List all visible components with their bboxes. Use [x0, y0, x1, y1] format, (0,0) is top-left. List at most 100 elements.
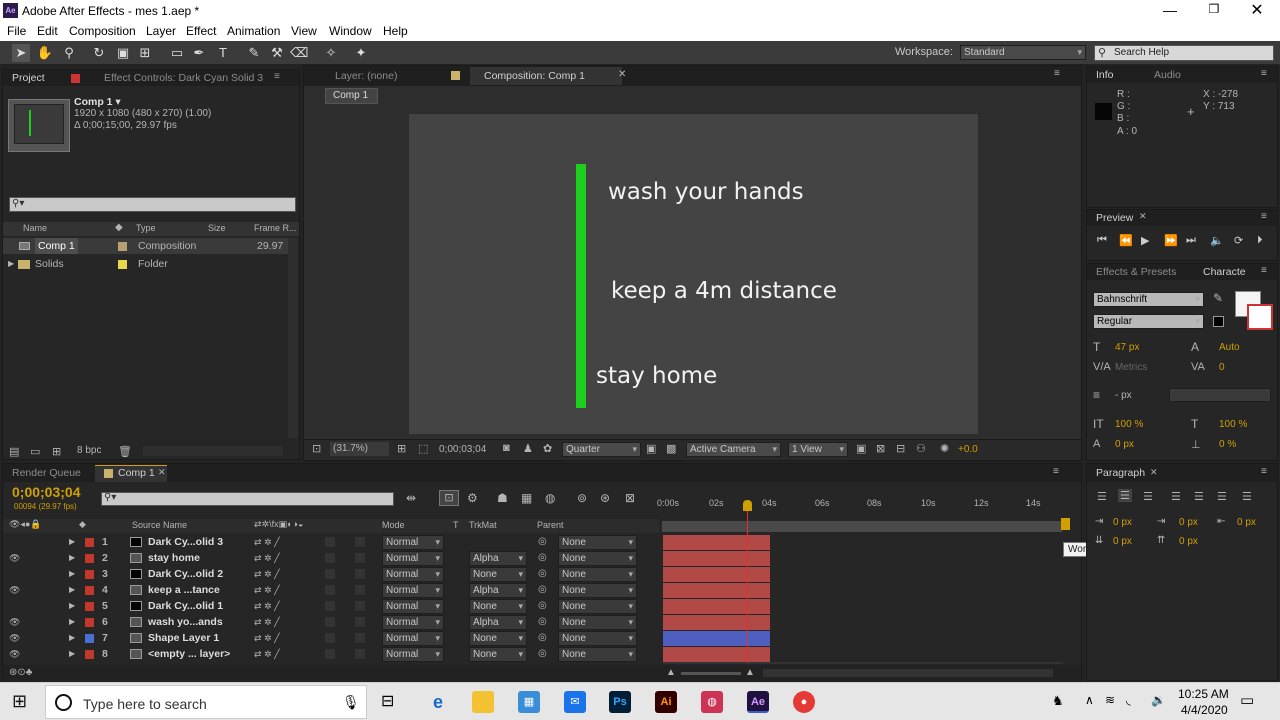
col-mode[interactable]: Mode [382, 520, 405, 530]
grid-icon[interactable]: ⊞ [397, 442, 406, 455]
layer-row[interactable]: 👁 ▶ 4 keep a ...tance ⇄ ✲ ╱ Normal Alpha ◎ None [3, 582, 1063, 598]
timeline-icon[interactable]: ⊟ [896, 442, 905, 455]
visibility-eye-icon[interactable]: 👁 [9, 646, 20, 662]
tray-chevron-icon[interactable]: ∧ [1085, 693, 1094, 707]
space-after-value[interactable]: 0 px [1179, 536, 1198, 547]
layer-switch-boxes[interactable] [325, 585, 365, 595]
layer-trkmat-select[interactable]: None [469, 631, 527, 646]
expand-arrow-icon[interactable]: ▶ [69, 646, 75, 662]
expand-arrow-icon[interactable]: ▶ [69, 630, 75, 646]
work-area-bar[interactable] [662, 521, 1062, 532]
layer-switches-icon[interactable]: ⇄ ✲ ╱ [254, 630, 280, 646]
time-ruler[interactable]: 0:00s 02s 04s 06s 08s 10s 12s 14s [657, 488, 1063, 532]
toggle-pixel-aspect-icon[interactable]: ▣ [856, 442, 866, 455]
wifi-icon[interactable]: ◟ [1126, 693, 1131, 707]
rectangle-tool-icon[interactable]: ▭ [168, 44, 186, 62]
snapshot-icon[interactable]: ◙ [503, 442, 510, 454]
align-right-icon[interactable]: ☰ [1143, 490, 1153, 503]
layer-switches-icon[interactable]: ⇄ ✲ ╱ [254, 614, 280, 630]
menu-view[interactable]: View [291, 24, 317, 38]
interpret-footage-icon[interactable]: ▤ [9, 445, 19, 458]
comp-name[interactable]: Comp 1 ▾ [74, 96, 121, 108]
viewer-timecode[interactable]: 0;00;03;04 [439, 444, 486, 455]
new-comp-icon[interactable]: ⊞ [52, 445, 61, 458]
toggle-switches-icon[interactable]: ⊛⊙♣ [9, 667, 32, 678]
layer-parent-select[interactable]: None [558, 551, 637, 566]
zoom-slider[interactable] [681, 672, 741, 675]
layer-name[interactable]: <empty ... layer> [148, 646, 248, 662]
pickwhip-icon[interactable]: ◎ [538, 598, 547, 614]
trash-icon[interactable]: 🗑 [118, 445, 132, 458]
frame-blending-icon[interactable]: ▦ [521, 491, 532, 505]
zoom-tool-icon[interactable]: ⚲ [60, 44, 78, 62]
panel-menu-icon[interactable]: ≡ [1261, 68, 1267, 79]
people-icon[interactable]: ♞ [1052, 693, 1064, 709]
zoom-out-icon[interactable]: ▲ [666, 667, 676, 678]
after-effects-icon[interactable]: Ae [747, 691, 769, 713]
col-frame-rate[interactable]: Frame R... [254, 223, 297, 233]
comp-canvas[interactable]: wash your hands keep a 4m distance stay … [409, 114, 978, 434]
label-tag-icon[interactable]: ◆ [115, 222, 123, 233]
pickwhip-icon[interactable]: ◎ [538, 534, 547, 550]
layer-row[interactable]: ▶ 1 Dark Cy...olid 3 ⇄ ✲ ╱ Normal ◎ None [3, 534, 1063, 550]
kerning-value[interactable]: Metrics [1115, 362, 1147, 373]
panel-menu-icon[interactable]: ≡ [1261, 265, 1267, 276]
region-of-interest-icon[interactable]: ▣ [646, 442, 656, 455]
tab-comp[interactable]: Comp 1 [118, 465, 155, 481]
prev-frame-icon[interactable]: ⏪ [1119, 234, 1133, 247]
layer-mode-select[interactable]: Normal [382, 535, 444, 550]
canvas-text-wash[interactable]: wash your hands [608, 179, 804, 205]
layer-switch-boxes[interactable] [325, 537, 365, 547]
network-icon[interactable]: ≋ [1105, 693, 1115, 707]
visibility-eye-icon[interactable]: 👁 [9, 630, 20, 646]
camera-select[interactable]: Active Camera [686, 442, 781, 457]
layer-duration-bar[interactable] [663, 647, 770, 662]
timeline-hscrollbar[interactable] [763, 669, 1053, 677]
layer-row[interactable]: 👁 ▶ 8 <empty ... layer> ⇄ ✲ ╱ Normal None ◎ None [3, 646, 1063, 662]
tab-character[interactable]: Characte [1203, 264, 1246, 280]
new-folder-icon[interactable]: ▭ [30, 445, 40, 458]
panel-menu-icon[interactable]: ≡ [1053, 466, 1059, 477]
stroke-color-swatch[interactable] [1247, 304, 1273, 330]
roto-brush-tool-icon[interactable]: ✧ [322, 44, 340, 62]
brainstorm-icon[interactable]: ⊛ [600, 491, 610, 505]
layer-duration-bar[interactable] [663, 631, 770, 646]
justify-center-icon[interactable]: ☰ [1194, 490, 1204, 503]
panel-menu-icon[interactable]: ≡ [274, 71, 280, 82]
layer-switches-icon[interactable]: ⇄ ✲ ╱ [254, 550, 280, 566]
effect-controls-lock-icon[interactable] [71, 74, 80, 83]
layer-row[interactable]: ▶ 5 Dark Cy...olid 1 ⇄ ✲ ╱ Normal None ◎ None [3, 598, 1063, 614]
layer-name[interactable]: Dark Cy...olid 3 [148, 534, 248, 550]
layer-duration-bar[interactable] [663, 535, 770, 550]
font-style-select[interactable]: Regular [1093, 314, 1204, 329]
layer-switch-boxes[interactable] [325, 633, 365, 643]
pickwhip-icon[interactable]: ◎ [538, 550, 547, 566]
notifications-icon[interactable]: ▭ [1240, 691, 1254, 709]
layer-switches-icon[interactable]: ⇄ ✲ ╱ [254, 582, 280, 598]
type-tool-icon[interactable]: T [214, 44, 232, 62]
layer-trkmat-select[interactable]: None [469, 647, 527, 662]
col-trkmat[interactable]: TrkMat [469, 520, 497, 530]
expand-arrow-icon[interactable]: ▶ [69, 566, 75, 582]
layer-trkmat-select[interactable]: None [469, 599, 527, 614]
zoom-select[interactable]: (31.7%) [330, 442, 389, 456]
leading-value[interactable]: Auto [1219, 342, 1240, 353]
label-color[interactable] [85, 538, 94, 547]
loop-icon[interactable]: ⟳ [1234, 234, 1243, 247]
project-search-field[interactable]: ⚲▾ [9, 197, 296, 212]
indent-right-value[interactable]: 0 px [1237, 517, 1256, 528]
layer-parent-select[interactable]: None [558, 535, 637, 550]
transparency-grid-icon[interactable]: ▩ [666, 442, 676, 455]
comp-mini-flowchart-icon[interactable]: ⇹ [406, 491, 416, 505]
space-before-value[interactable]: 0 px [1113, 536, 1132, 547]
justify-right-icon[interactable]: ☰ [1217, 490, 1227, 503]
layer-row[interactable]: 👁 ▶ 6 wash yo...ands ⇄ ✲ ╱ Normal Alpha ◎ None [3, 614, 1063, 630]
horizontal-scale-value[interactable]: 100 % [1219, 419, 1247, 430]
tab-close-icon[interactable]: ✕ [1150, 467, 1158, 478]
layer-duration-bar[interactable] [663, 551, 770, 566]
layer-mode-select[interactable]: Normal [382, 631, 444, 646]
layer-name[interactable]: stay home [148, 550, 248, 566]
menu-help[interactable]: Help [383, 24, 408, 38]
layer-mode-select[interactable]: Normal [382, 615, 444, 630]
eyedropper-icon[interactable]: ✎ [1213, 291, 1223, 305]
